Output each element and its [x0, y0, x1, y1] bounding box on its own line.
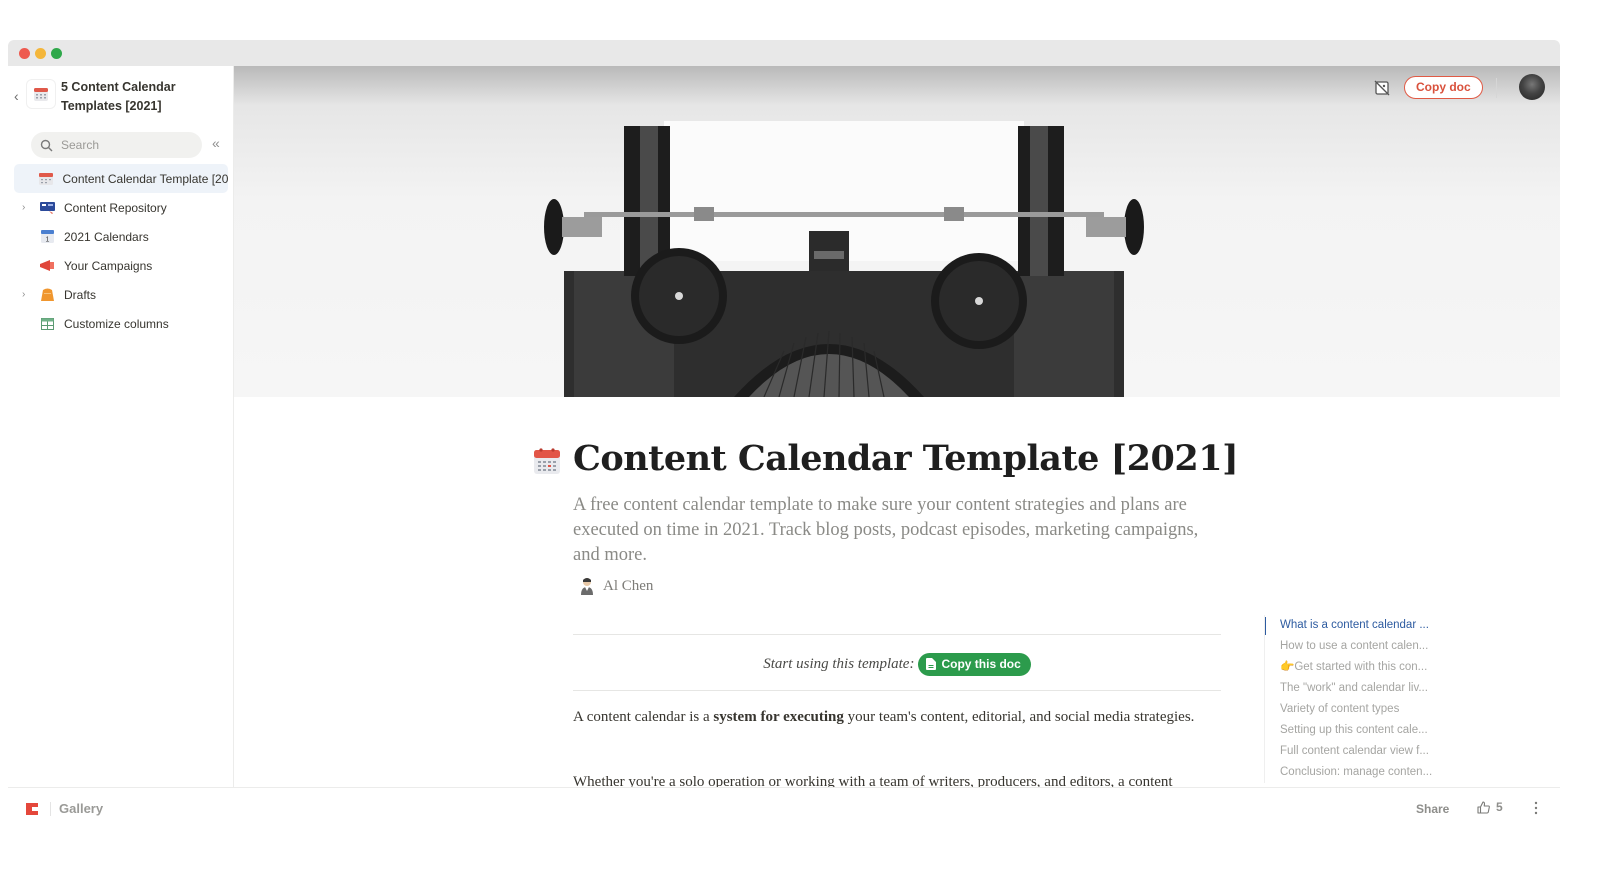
page-title: Content Calendar Template [2021]: [573, 438, 1239, 479]
toc-item[interactable]: 👉Get started with this con...: [1265, 657, 1464, 678]
svg-text:1: 1: [45, 237, 49, 244]
doc-icon: [926, 658, 937, 670]
sidebar-item-label: Content Calendar Template [2021]: [62, 171, 229, 186]
toc-item[interactable]: Setting up this content cale...: [1265, 720, 1464, 741]
footer-bar: Gallery Share 5: [8, 787, 1560, 833]
sidebar-item-label: Your Campaigns: [64, 258, 153, 273]
search-input[interactable]: Search: [31, 132, 202, 158]
footer-divider: [50, 802, 51, 816]
cta-label: Start using this template:: [763, 655, 915, 672]
sidebar-header: ‹ 5 Content Calendar Templates [2021]: [8, 76, 234, 122]
calendar-icon: [39, 172, 54, 186]
toc-item[interactable]: The "work" and calendar liv...: [1265, 678, 1464, 699]
toc-item[interactable]: What is a content calendar ...: [1265, 615, 1464, 636]
toc-item[interactable]: Full content calendar view f...: [1265, 741, 1464, 762]
sidebar-item-2021-calendars[interactable]: 1 2021 Calendars: [14, 222, 228, 251]
sidebar-item-label: Customize columns: [64, 316, 169, 331]
copy-this-doc-button[interactable]: Copy this doc: [918, 652, 1031, 676]
body-paragraph: A content calendar is a system for execu…: [573, 706, 1213, 728]
table-icon: [39, 317, 55, 331]
sidebar-item-your-campaigns[interactable]: Your Campaigns: [14, 251, 228, 280]
share-button[interactable]: Share: [1416, 802, 1449, 816]
sidebar-item-label: Content Repository: [64, 200, 167, 215]
table-of-contents: What is a content calendar ... How to us…: [1264, 615, 1464, 783]
chevron-left-icon[interactable]: ‹: [14, 88, 19, 104]
sidebar-item-label: 2021 Calendars: [64, 229, 149, 244]
toc-item[interactable]: How to use a content calen...: [1265, 636, 1464, 657]
calendar-icon: [534, 448, 560, 474]
sidebar-item-content-repository[interactable]: › Content Repository: [14, 193, 228, 222]
author[interactable]: Al Chen: [579, 577, 653, 595]
text-run: your team's content, editorial, and soci…: [843, 709, 1195, 725]
copy-doc-button[interactable]: Copy doc: [1404, 76, 1483, 99]
double-chevron-left-icon[interactable]: «: [212, 135, 220, 151]
chevron-right-icon[interactable]: ›: [22, 289, 25, 300]
gallery-link[interactable]: Gallery: [59, 801, 103, 816]
maximize-window-button[interactable]: [51, 48, 62, 59]
page-subtitle: A free content calendar template to make…: [573, 495, 1199, 565]
sidebar: ‹ 5 Content Calendar Templates [2021] Se…: [8, 66, 234, 787]
document: Content Calendar Template [2021] A free …: [234, 397, 1560, 787]
thumbs-up-icon: [1477, 800, 1490, 814]
doc-toolbar: Copy doc: [1340, 74, 1560, 100]
like-button[interactable]: 5: [1477, 800, 1503, 814]
author-avatar-icon: [581, 578, 593, 595]
workspace-title[interactable]: 5 Content Calendar Templates [2021]: [61, 78, 221, 116]
main-content: Copy doc Content Calendar Template [2021…: [234, 66, 1560, 787]
text-run: A content calendar is a: [573, 709, 714, 725]
copy-this-doc-label: Copy this doc: [941, 657, 1021, 671]
template-cta: Start using this template: Copy this doc: [573, 652, 1221, 676]
window-titlebar: [8, 40, 1560, 66]
app-window: ‹ 5 Content Calendar Templates [2021] Se…: [8, 40, 1560, 840]
divider: [573, 634, 1221, 635]
no-image-icon[interactable]: [1372, 78, 1392, 98]
drafts-icon: [39, 288, 55, 302]
like-count: 5: [1496, 800, 1503, 814]
more-options-icon[interactable]: [1532, 800, 1540, 816]
toc-item[interactable]: Conclusion: manage conten...: [1265, 762, 1464, 783]
sidebar-item-customize-columns[interactable]: Customize columns: [14, 309, 228, 338]
sidebar-item-drafts[interactable]: › Drafts: [14, 280, 228, 309]
coda-logo-icon[interactable]: [26, 803, 38, 815]
divider: [573, 690, 1221, 691]
user-avatar[interactable]: [1519, 74, 1545, 100]
author-name: Al Chen: [603, 577, 654, 594]
typewriter-image: [544, 121, 1144, 397]
date-icon: 1: [39, 230, 55, 244]
toolbar-divider: [1496, 78, 1497, 98]
search-placeholder: Search: [61, 138, 100, 152]
search-icon: [40, 139, 53, 151]
megaphone-icon: [39, 259, 55, 273]
sidebar-nav: Content Calendar Template [2021] › Conte…: [14, 164, 228, 338]
cover-image: Copy doc: [234, 66, 1560, 397]
close-window-button[interactable]: [19, 48, 30, 59]
minimize-window-button[interactable]: [35, 48, 46, 59]
body-paragraph: Whether you're a solo operation or worki…: [573, 774, 1173, 787]
sidebar-item-label: Drafts: [64, 287, 97, 302]
toc-item[interactable]: Variety of content types: [1265, 699, 1464, 720]
monitor-icon: [39, 201, 55, 215]
sidebar-item-content-calendar-template[interactable]: Content Calendar Template [2021]: [14, 164, 228, 193]
workspace-calendar-icon: [27, 80, 55, 108]
bold-text-run: system for executing: [713, 709, 844, 725]
chevron-right-icon[interactable]: ›: [22, 202, 25, 213]
